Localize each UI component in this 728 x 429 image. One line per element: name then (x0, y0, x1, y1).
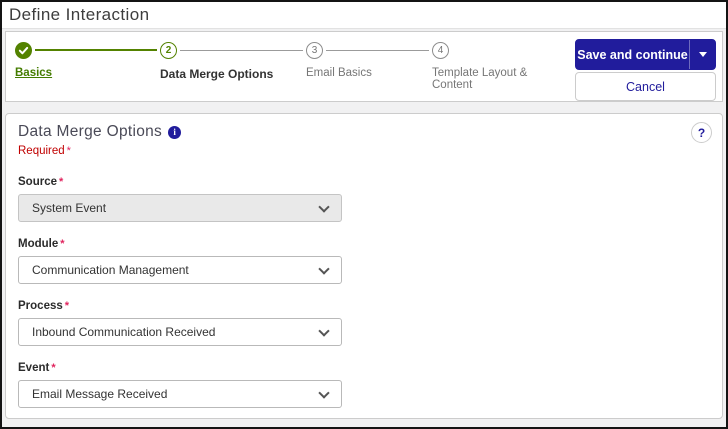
page-title: Define Interaction (9, 5, 726, 25)
step-data-merge-options: 2 Data Merge Options (160, 41, 306, 101)
step-connector (35, 49, 157, 51)
action-buttons: Save and continue Cancel (570, 32, 722, 101)
event-label: Event* (18, 362, 712, 374)
event-select[interactable]: Email Message Received (18, 380, 342, 408)
source-select[interactable]: System Event (18, 194, 342, 222)
process-value: Inbound Communication Received (32, 325, 215, 339)
process-label: Process* (18, 300, 712, 312)
chevron-down-icon (318, 263, 329, 274)
step-template-layout: 4 Template Layout & Content (432, 41, 557, 101)
step-connector (326, 50, 429, 51)
step-3-circle: 3 (306, 42, 323, 59)
check-icon (15, 42, 32, 59)
page-header: Define Interaction (2, 2, 726, 29)
stepper-panel: Basics 2 Data Merge Options 3 Email Basi… (5, 31, 723, 102)
process-select[interactable]: Inbound Communication Received (18, 318, 342, 346)
step-3-label: Email Basics (306, 67, 432, 79)
field-source: Source* System Event (18, 176, 712, 222)
step-basics: Basics (15, 41, 160, 101)
chevron-down-icon (318, 325, 329, 336)
required-asterisk: * (67, 145, 71, 157)
cancel-button[interactable]: Cancel (575, 72, 716, 101)
field-module: Module* Communication Management (18, 238, 712, 284)
save-options-dropdown[interactable] (689, 40, 715, 69)
wizard-stepper: Basics 2 Data Merge Options 3 Email Basi… (6, 32, 570, 101)
source-label: Source* (18, 176, 712, 188)
step-2-circle: 2 (160, 42, 177, 59)
step-connector (180, 50, 303, 51)
step-email-basics: 3 Email Basics (306, 41, 432, 101)
save-and-continue-label: Save and continue (576, 40, 689, 69)
module-select[interactable]: Communication Management (18, 256, 342, 284)
step-4-label: Template Layout & Content (432, 67, 557, 91)
save-and-continue-button[interactable]: Save and continue (575, 39, 716, 70)
field-process: Process* Inbound Communication Received (18, 300, 712, 346)
step-basics-link[interactable]: Basics (15, 67, 52, 79)
step-4-circle: 4 (432, 42, 449, 59)
chevron-down-icon (318, 387, 329, 398)
data-merge-options-panel: Data Merge Options i ? Required* Source*… (5, 113, 723, 419)
required-note: Required* (18, 145, 712, 157)
help-icon[interactable]: ? (691, 122, 712, 143)
panel-title: Data Merge Options (18, 123, 162, 141)
event-value: Email Message Received (32, 387, 167, 401)
source-value: System Event (32, 201, 106, 215)
chevron-down-icon (699, 52, 707, 57)
module-label: Module* (18, 238, 712, 250)
field-event: Event* Email Message Received (18, 362, 712, 408)
chevron-down-icon (318, 201, 329, 212)
step-2-label: Data Merge Options (160, 67, 306, 81)
module-value: Communication Management (32, 263, 189, 277)
info-icon[interactable]: i (168, 126, 181, 139)
